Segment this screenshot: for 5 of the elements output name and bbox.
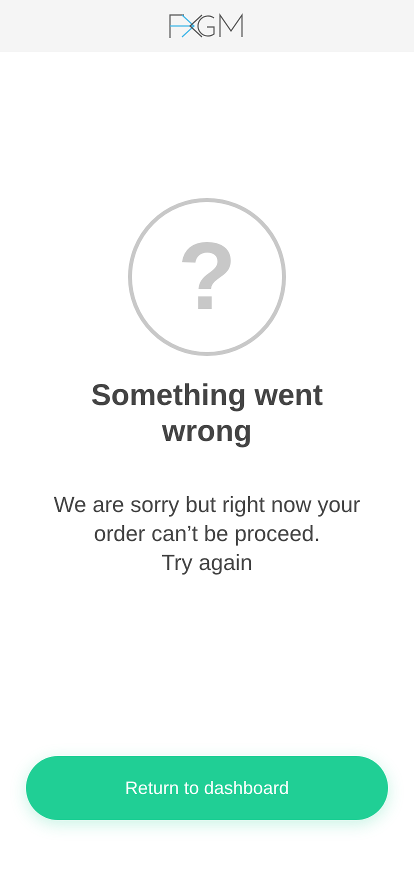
question-icon: ? bbox=[128, 198, 286, 356]
error-message: We are sorry but right now your order can’t be proceed. bbox=[52, 491, 362, 548]
return-button[interactable]: Return to dashboard bbox=[26, 756, 388, 820]
error-title: Something went wrong bbox=[90, 378, 324, 450]
retry-hint: Try again bbox=[162, 549, 252, 577]
